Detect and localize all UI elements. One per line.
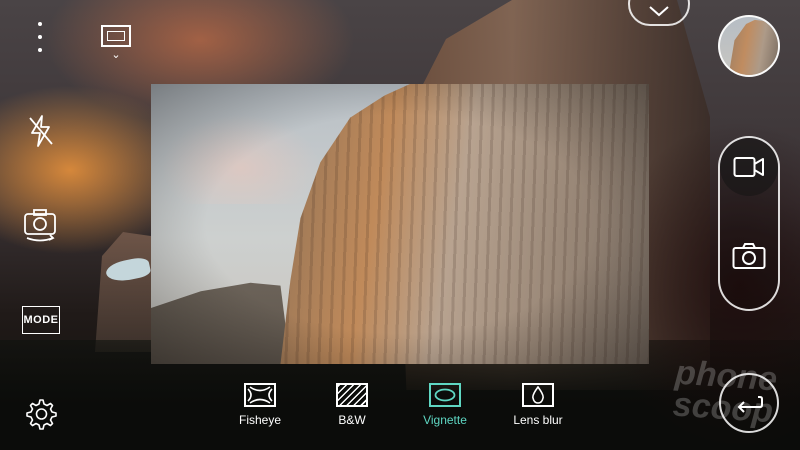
gallery-thumbnail[interactable]	[718, 15, 780, 77]
chevron-down-icon: ⌄	[111, 49, 121, 61]
filter-vignette[interactable]: Vignette	[410, 383, 480, 427]
filter-fisheye[interactable]: Fisheye	[225, 383, 295, 427]
chevron-down-icon	[649, 6, 669, 17]
watermark-logo: phone scoop	[671, 353, 779, 431]
filter-label: Vignette	[423, 413, 467, 427]
filter-selector: Fisheye B&W Vignette Lens blur	[230, 383, 580, 433]
filter-label: B&W	[338, 413, 366, 427]
filter-label: Fisheye	[238, 413, 282, 427]
bw-icon	[336, 383, 368, 407]
take-photo-button[interactable]	[720, 227, 778, 285]
filter-lens-blur[interactable]: Lens blur	[503, 383, 573, 427]
lens-blur-icon	[522, 383, 554, 407]
aspect-ratio-button[interactable]: ⌄	[99, 22, 133, 64]
filter-label: Lens blur	[513, 413, 563, 427]
video-camera-icon	[733, 157, 764, 177]
vignette-icon	[429, 383, 461, 407]
camera-icon	[732, 243, 766, 269]
flash-off-icon[interactable]	[24, 112, 58, 150]
filter-bw[interactable]: B&W	[317, 383, 387, 427]
aspect-ratio-icon	[101, 25, 131, 47]
filter-preview-image	[151, 84, 649, 364]
fisheye-icon	[244, 383, 276, 407]
record-video-button[interactable]	[720, 138, 778, 196]
more-options-icon[interactable]	[28, 22, 52, 52]
switch-camera-icon[interactable]	[20, 204, 60, 244]
gear-icon[interactable]	[22, 396, 58, 432]
mode-button[interactable]: MODE	[22, 306, 60, 334]
